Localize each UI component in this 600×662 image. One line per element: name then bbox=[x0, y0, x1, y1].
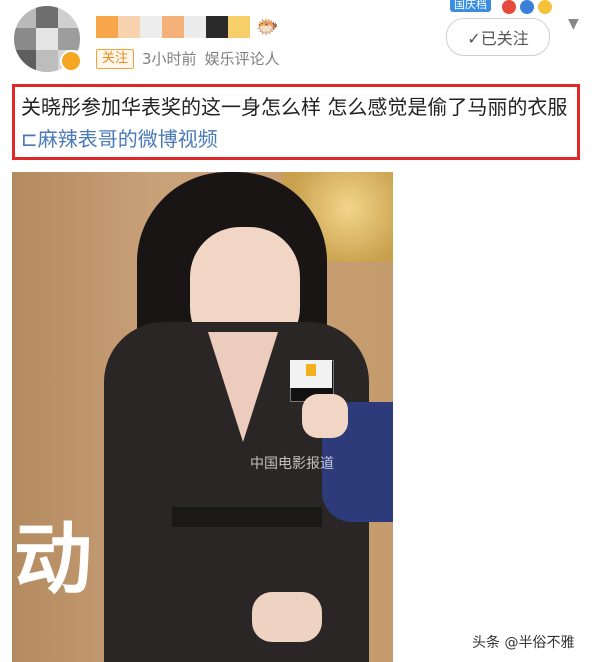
photo-hands bbox=[252, 592, 322, 642]
video-icon: ⊏ bbox=[21, 127, 38, 151]
username-block bbox=[184, 16, 206, 38]
avatar-pixel bbox=[58, 28, 80, 50]
video-link[interactable]: ⊏麻辣表哥的微博视频 bbox=[21, 127, 218, 151]
username-block bbox=[140, 16, 162, 38]
follow-status-tag: 关注 bbox=[96, 48, 135, 69]
post-text: 关晓彤参加华表奖的这一身怎么样 怎么感觉是偷了马丽的衣服 bbox=[21, 95, 568, 119]
avatar-pixel bbox=[36, 28, 58, 50]
photo-background-char: 动 bbox=[14, 515, 93, 605]
chevron-down-icon[interactable]: ▼ bbox=[568, 16, 579, 32]
photo-belt bbox=[172, 507, 322, 527]
verified-badge-icon bbox=[60, 50, 82, 72]
username-block bbox=[206, 16, 228, 38]
post-text-box: 关晓彤参加华表奖的这一身怎么样 怎么感觉是偷了马丽的衣服 ⊏麻辣表哥的微博视频 bbox=[12, 84, 580, 160]
username-block bbox=[96, 16, 118, 38]
holiday-badge-label: 国庆档 bbox=[450, 0, 491, 12]
avatar-pixel bbox=[14, 50, 36, 72]
post-photo[interactable]: 动 中国电影报道 bbox=[12, 172, 393, 662]
post-meta: 关注 3小时前 娱乐评论人 bbox=[96, 48, 280, 69]
follow-button[interactable]: ✓已关注 bbox=[446, 18, 550, 56]
avatar-pixel bbox=[36, 50, 58, 72]
photo-mic-hand bbox=[302, 394, 348, 438]
username-block bbox=[118, 16, 140, 38]
photo-watermark: 中国电影报道 bbox=[250, 456, 334, 472]
holiday-dot-icon bbox=[502, 0, 516, 14]
username-block bbox=[228, 16, 250, 38]
holiday-badge: 国庆档 bbox=[440, 0, 552, 16]
avatar-pixel bbox=[14, 28, 36, 50]
footer-watermark: 头条 @半俗不雅 bbox=[472, 635, 575, 651]
video-link-label: 麻辣表哥的微博视频 bbox=[37, 127, 218, 151]
avatar-pixel bbox=[36, 6, 58, 28]
holiday-dot-icon bbox=[520, 0, 534, 14]
avatar-pixel bbox=[14, 6, 36, 28]
avatar-pixel bbox=[58, 6, 80, 28]
username-block bbox=[162, 16, 184, 38]
fish-icon: 🐡 bbox=[256, 16, 279, 38]
username-pixelated[interactable]: 🐡 bbox=[96, 14, 278, 40]
mic-logo-icon bbox=[306, 364, 316, 376]
time-ago: 3小时前 bbox=[142, 50, 197, 68]
holiday-dot-icon bbox=[538, 0, 552, 14]
source-label: 娱乐评论人 bbox=[204, 50, 280, 68]
